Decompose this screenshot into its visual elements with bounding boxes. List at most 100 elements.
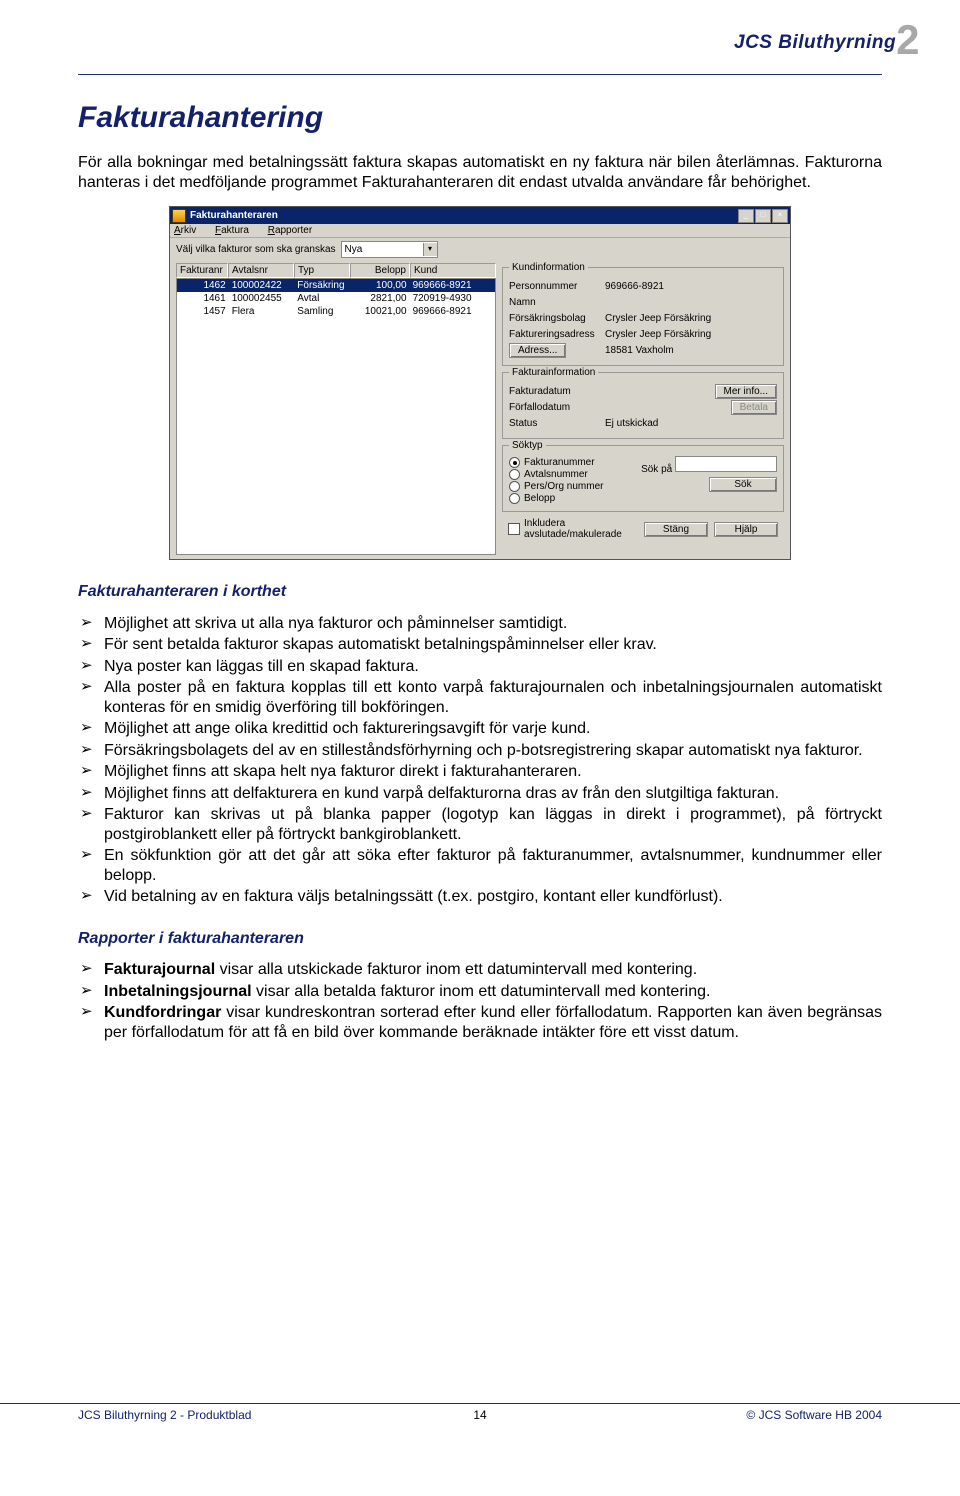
list-item-bold: Kundfordringar xyxy=(104,1004,221,1021)
radio-avtalsnummer-label: Avtalsnummer xyxy=(524,469,588,480)
list-item-text: visar alla betalda fakturor inom ett dat… xyxy=(252,983,711,1000)
list-item-bold: Fakturajournal xyxy=(104,961,215,978)
cell-fakturanr: 1461 xyxy=(177,292,229,305)
list-item: Alla poster på en faktura kopplas till e… xyxy=(78,678,882,717)
chevron-down-icon[interactable]: ▾ xyxy=(423,243,437,256)
list-item: För sent betalda fakturor skapas automat… xyxy=(78,635,882,655)
cell-typ: Samling xyxy=(294,305,350,318)
list-item-text: visar alla utskickade fakturor inom ett … xyxy=(215,961,697,978)
value-status: Ej utskickad xyxy=(605,418,777,429)
window-title: Fakturahanteraren xyxy=(190,210,738,221)
radio-persorg-label: Pers/Org nummer xyxy=(524,481,603,492)
subheading-rapporter: Rapporter i fakturahanteraren xyxy=(78,929,882,949)
menu-rapporter[interactable]: Rapporter xyxy=(268,225,320,236)
cell-belopp: 100,00 xyxy=(350,279,410,292)
invoice-table: Fakturanr Avtalsnr Typ Belopp Kund 1462 … xyxy=(176,263,496,555)
app-icon xyxy=(172,209,186,223)
close-button[interactable]: × xyxy=(772,209,788,223)
list-korthet: Möjlighet att skriva ut alla nya fakturo… xyxy=(78,614,882,907)
subheading-korthet: Fakturahanteraren i korthet xyxy=(78,582,882,602)
menu-arkiv[interactable]: Arkiv xyxy=(174,225,204,236)
table-row[interactable]: 1461 100002455 Avtal 2821,00 720919-4930 xyxy=(177,292,495,305)
col-avtalsnr[interactable]: Avtalsnr xyxy=(228,263,294,278)
group-soktyp: Söktyp Fakturanummer Avtalsnummer Pers/O… xyxy=(502,445,784,512)
label-namn: Namn xyxy=(509,297,605,308)
minimize-button[interactable]: _ xyxy=(738,209,754,223)
list-item: Inbetalningsjournal visar alla betalda f… xyxy=(78,982,882,1002)
cell-avtalsnr: 100002455 xyxy=(229,292,295,305)
merinfo-button[interactable]: Mer info... xyxy=(715,384,777,399)
value-personnummer: 969666-8921 xyxy=(605,281,777,292)
maximize-button[interactable]: □ xyxy=(755,209,771,223)
checkbox-inkludera[interactable] xyxy=(508,523,520,535)
label-fakturadatum: Fakturadatum xyxy=(509,386,605,397)
cell-avtalsnr: 100002422 xyxy=(229,279,295,292)
group-fakturainfo-title: Fakturainformation xyxy=(509,367,598,378)
radio-fakturanummer-label: Fakturanummer xyxy=(524,457,595,468)
app-window: Fakturahanteraren _ □ × Arkiv Faktura Ra… xyxy=(169,206,791,560)
cell-kund: 969666-8921 xyxy=(410,305,495,318)
table-row[interactable]: 1462 100002422 Försäkring 100,00 969666-… xyxy=(177,279,495,292)
footer-center: 14 xyxy=(346,1408,614,1422)
list-item: Fakturor kan skrivas ut på blanka papper… xyxy=(78,805,882,844)
cell-avtalsnr: Flera xyxy=(229,305,295,318)
cell-kund: 969666-8921 xyxy=(410,279,495,292)
filter-combo[interactable]: Nya ▾ xyxy=(341,241,438,258)
page-title: Fakturahantering xyxy=(78,101,882,135)
table-row[interactable]: 1457 Flera Samling 10021,00 969666-8921 xyxy=(177,305,495,318)
radio-belopp[interactable]: Belopp xyxy=(509,493,641,504)
group-kundinfo: Kundinformation Personnummer969666-8921 … xyxy=(502,267,784,366)
value-post: 18581 Vaxholm xyxy=(605,345,777,356)
hjalp-button[interactable]: Hjälp xyxy=(714,522,778,537)
list-rapporter: Fakturajournal visar alla utskickade fak… xyxy=(78,960,882,1042)
adress-button[interactable]: Adress... xyxy=(509,343,566,358)
sok-button[interactable]: Sök xyxy=(709,477,777,492)
sokpa-input[interactable] xyxy=(675,456,777,472)
list-item: Försäkringsbolagets del av en stillestån… xyxy=(78,741,882,761)
menubar: Arkiv Faktura Rapporter xyxy=(170,224,790,238)
brand-logo: JCS Biluthyrning2 xyxy=(734,10,920,58)
list-item: Kundfordringar visar kundreskontran sort… xyxy=(78,1003,882,1042)
label-bolag: Försäkringsbolag xyxy=(509,313,605,324)
radio-avtalsnummer[interactable]: Avtalsnummer xyxy=(509,469,641,480)
menu-faktura-rest: aktura xyxy=(221,225,249,236)
list-item-text: visar kundreskontran sorterad efter kund… xyxy=(104,1004,882,1041)
page-footer: JCS Biluthyrning 2 - Produktblad 14 © JC… xyxy=(0,1403,960,1422)
radio-belopp-label: Belopp xyxy=(524,493,555,504)
menu-arkiv-rest: rkiv xyxy=(181,225,197,236)
cell-belopp: 2821,00 xyxy=(350,292,410,305)
menu-faktura[interactable]: Faktura xyxy=(215,225,257,236)
betala-button[interactable]: Betala xyxy=(731,400,777,415)
radio-persorg[interactable]: Pers/Org nummer xyxy=(509,481,641,492)
list-item: Vid betalning av en faktura väljs betaln… xyxy=(78,887,882,907)
col-fakturanr[interactable]: Fakturanr xyxy=(176,263,228,278)
list-item: Möjlighet att ange olika kredittid och f… xyxy=(78,719,882,739)
col-belopp[interactable]: Belopp xyxy=(350,263,410,278)
group-kundinfo-title: Kundinformation xyxy=(509,262,588,273)
footer-left: JCS Biluthyrning 2 - Produktblad xyxy=(78,1408,346,1422)
brand-text: JCS Biluthyrning xyxy=(734,32,896,53)
list-item: Möjlighet att skriva ut alla nya fakturo… xyxy=(78,614,882,634)
titlebar: Fakturahanteraren _ □ × xyxy=(170,207,790,224)
stang-button[interactable]: Stäng xyxy=(644,522,708,537)
list-item: En sökfunktion gör att det går att söka … xyxy=(78,846,882,885)
footer-right: © JCS Software HB 2004 xyxy=(614,1408,882,1422)
cell-typ: Försäkring xyxy=(294,279,350,292)
label-sokpa: Sök på xyxy=(641,464,672,475)
label-status: Status xyxy=(509,418,605,429)
radio-fakturanummer[interactable]: Fakturanummer xyxy=(509,457,641,468)
list-item-bold: Inbetalningsjournal xyxy=(104,983,252,1000)
cell-belopp: 10021,00 xyxy=(350,305,410,318)
col-kund[interactable]: Kund xyxy=(410,263,496,278)
header-rule xyxy=(78,74,882,75)
cell-fakturanr: 1457 xyxy=(177,305,229,318)
intro-paragraph: För alla bokningar med betalningssätt fa… xyxy=(78,153,882,192)
filter-value: Nya xyxy=(342,244,423,255)
list-item: Möjlighet finns att delfakturera en kund… xyxy=(78,784,882,804)
label-inkludera: Inkludera avslutade/makulerade xyxy=(524,518,644,540)
group-fakturainfo: Fakturainformation Fakturadatum Mer info… xyxy=(502,372,784,439)
label-faktadress: Faktureringsadress xyxy=(509,329,605,340)
cell-fakturanr: 1462 xyxy=(177,279,229,292)
col-typ[interactable]: Typ xyxy=(294,263,350,278)
list-item: Nya poster kan läggas till en skapad fak… xyxy=(78,657,882,677)
